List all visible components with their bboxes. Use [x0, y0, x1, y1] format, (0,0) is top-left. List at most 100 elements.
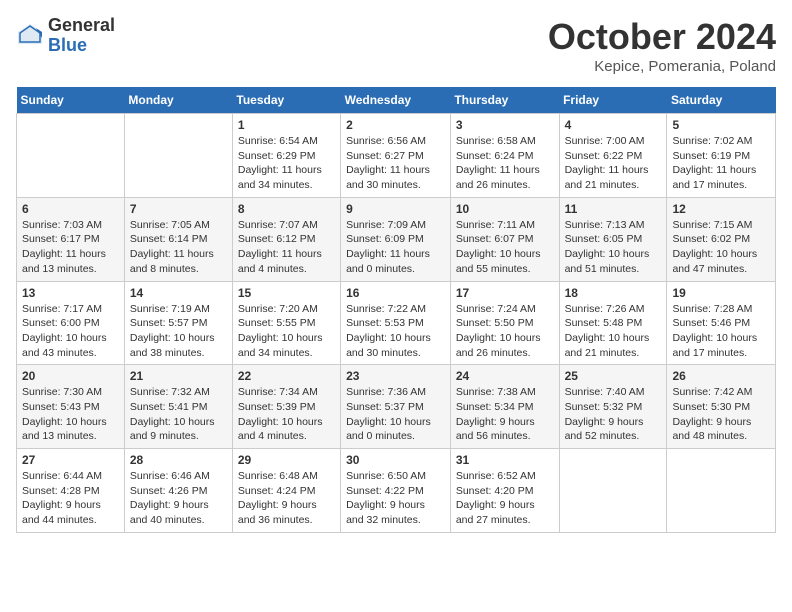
sunset-text: Sunset: 6:12 PM	[238, 233, 316, 245]
daylight-text: Daylight: 9 hours and 27 minutes.	[456, 499, 535, 526]
daylight-text: Daylight: 10 hours and 30 minutes.	[346, 332, 431, 359]
day-cell: 4Sunrise: 7:00 AMSunset: 6:22 PMDaylight…	[559, 114, 667, 198]
daylight-text: Daylight: 10 hours and 38 minutes.	[130, 332, 215, 359]
day-info: Sunrise: 7:40 AMSunset: 5:32 PMDaylight:…	[565, 385, 662, 444]
day-info: Sunrise: 6:46 AMSunset: 4:26 PMDaylight:…	[130, 469, 227, 528]
sunrise-text: Sunrise: 7:15 AM	[672, 219, 752, 231]
daylight-text: Daylight: 11 hours and 21 minutes.	[565, 164, 649, 191]
sunrise-text: Sunrise: 6:54 AM	[238, 135, 318, 147]
sunrise-text: Sunrise: 7:11 AM	[456, 219, 535, 231]
day-number: 19	[672, 286, 770, 300]
day-cell	[559, 449, 667, 533]
day-number: 24	[456, 369, 554, 383]
day-info: Sunrise: 7:32 AMSunset: 5:41 PMDaylight:…	[130, 385, 227, 444]
sunrise-text: Sunrise: 7:20 AM	[238, 303, 318, 315]
sunrise-text: Sunrise: 7:05 AM	[130, 219, 210, 231]
day-info: Sunrise: 6:58 AMSunset: 6:24 PMDaylight:…	[456, 134, 554, 193]
day-number: 25	[565, 369, 662, 383]
sunrise-text: Sunrise: 7:00 AM	[565, 135, 645, 147]
day-cell: 15Sunrise: 7:20 AMSunset: 5:55 PMDayligh…	[232, 281, 340, 365]
sunrise-text: Sunrise: 7:42 AM	[672, 386, 752, 398]
calendar-table: SundayMondayTuesdayWednesdayThursdayFrid…	[16, 87, 776, 533]
page-header: General Blue October 2024 Kepice, Pomera…	[16, 16, 776, 75]
day-info: Sunrise: 6:52 AMSunset: 4:20 PMDaylight:…	[456, 469, 554, 528]
sunset-text: Sunset: 5:53 PM	[346, 317, 424, 329]
day-cell: 18 Sunrise: 7:26 AMSunset: 5:48 PMDayligh…	[559, 281, 667, 365]
sunset-text: Sunset: 5:50 PM	[456, 317, 534, 329]
logo: General Blue	[16, 16, 115, 56]
day-info: Sunrise: 7:24 AMSunset: 5:50 PMDaylight:…	[456, 302, 554, 361]
daylight-text: Daylight: 10 hours and 47 minutes.	[672, 248, 757, 275]
day-cell: 20Sunrise: 7:30 AMSunset: 5:43 PMDayligh…	[17, 365, 125, 449]
day-info: Sunrise: 7:26 AMSunset: 5:48 PMDaylight:…	[565, 302, 662, 361]
sunrise-text: Sunrise: 7:17 AM	[22, 303, 102, 315]
day-info: Sunrise: 7:20 AMSunset: 5:55 PMDaylight:…	[238, 302, 335, 361]
daylight-text: Daylight: 9 hours and 52 minutes.	[565, 416, 644, 443]
daylight-text: Daylight: 9 hours and 40 minutes.	[130, 499, 209, 526]
sunset-text: Sunset: 6:00 PM	[22, 317, 100, 329]
sunrise-text: Sunrise: 6:50 AM	[346, 470, 426, 482]
day-number: 6	[22, 202, 119, 216]
sunrise-text: Sunrise: 7:26 AM	[565, 303, 645, 315]
sunset-text: Sunset: 4:22 PM	[346, 485, 424, 497]
day-cell: 7Sunrise: 7:05 AMSunset: 6:14 PMDaylight…	[124, 197, 232, 281]
daylight-text: Daylight: 11 hours and 0 minutes.	[346, 248, 430, 275]
week-row-1: 1Sunrise: 6:54 AMSunset: 6:29 PMDaylight…	[17, 114, 776, 198]
day-number: 11	[565, 202, 662, 216]
day-cell: 3Sunrise: 6:58 AMSunset: 6:24 PMDaylight…	[450, 114, 559, 198]
day-info: Sunrise: 7:19 AMSunset: 5:57 PMDaylight:…	[130, 302, 227, 361]
sunset-text: Sunset: 6:09 PM	[346, 233, 424, 245]
day-cell: 17Sunrise: 7:24 AMSunset: 5:50 PMDayligh…	[450, 281, 559, 365]
sunrise-text: Sunrise: 7:38 AM	[456, 386, 536, 398]
day-number: 18	[565, 286, 662, 300]
sunset-text: Sunset: 6:14 PM	[130, 233, 208, 245]
sunrise-text: Sunrise: 7:40 AM	[565, 386, 645, 398]
sunrise-text: Sunrise: 6:52 AM	[456, 470, 536, 482]
day-info: Sunrise: 7:09 AMSunset: 6:09 PMDaylight:…	[346, 218, 445, 277]
day-info: Sunrise: 7:36 AMSunset: 5:37 PMDaylight:…	[346, 385, 445, 444]
day-number: 28	[130, 453, 227, 467]
weekday-header-thursday: Thursday	[450, 87, 559, 114]
day-cell: 1Sunrise: 6:54 AMSunset: 6:29 PMDaylight…	[232, 114, 340, 198]
logo-general-text: General	[48, 16, 115, 36]
sunset-text: Sunset: 5:43 PM	[22, 401, 100, 413]
week-row-5: 27 Sunrise: 6:44 AMSunset: 4:28 PMDayligh…	[17, 449, 776, 533]
daylight-text: Daylight: 11 hours and 30 minutes.	[346, 164, 430, 191]
location: Kepice, Pomerania, Poland	[548, 58, 776, 75]
sunset-text: Sunset: 6:22 PM	[565, 150, 643, 162]
daylight-text: Daylight: 11 hours and 17 minutes.	[672, 164, 756, 191]
day-info: Sunrise: 7:38 AMSunset: 5:34 PMDaylight:…	[456, 385, 554, 444]
day-cell: 6 Sunrise: 7:03 AMSunset: 6:17 PMDaylight…	[17, 197, 125, 281]
day-info: Sunrise: 6:44 AMSunset: 4:28 PMDaylight:…	[22, 469, 119, 528]
week-row-2: 6 Sunrise: 7:03 AMSunset: 6:17 PMDaylight…	[17, 197, 776, 281]
day-cell: 31Sunrise: 6:52 AMSunset: 4:20 PMDayligh…	[450, 449, 559, 533]
sunset-text: Sunset: 6:05 PM	[565, 233, 643, 245]
daylight-text: Daylight: 11 hours and 4 minutes.	[238, 248, 322, 275]
day-number: 16	[346, 286, 445, 300]
weekday-header-monday: Monday	[124, 87, 232, 114]
daylight-text: Daylight: 10 hours and 0 minutes.	[346, 416, 431, 443]
day-info: Sunrise: 7:05 AMSunset: 6:14 PMDaylight:…	[130, 218, 227, 277]
daylight-text: Daylight: 11 hours and 26 minutes.	[456, 164, 540, 191]
sunset-text: Sunset: 5:55 PM	[238, 317, 316, 329]
sunrise-text: Sunrise: 6:58 AM	[456, 135, 536, 147]
day-number: 12	[672, 202, 770, 216]
sunset-text: Sunset: 6:17 PM	[22, 233, 100, 245]
day-info: Sunrise: 7:15 AMSunset: 6:02 PMDaylight:…	[672, 218, 770, 277]
day-info: Sunrise: 7:03 AMSunset: 6:17 PMDaylight:…	[22, 218, 119, 277]
week-row-3: 13 Sunrise: 7:17 AM Sunset: 6:00 PM Dayligh…	[17, 281, 776, 365]
day-info: Sunrise: 7:28 AMSunset: 5:46 PMDaylight:…	[672, 302, 770, 361]
logo-text: General Blue	[48, 16, 115, 56]
day-number: 27	[22, 453, 119, 467]
day-cell: 5Sunrise: 7:02 AMSunset: 6:19 PMDaylight…	[667, 114, 776, 198]
daylight-text: Daylight: 10 hours and 55 minutes.	[456, 248, 541, 275]
day-number: 15	[238, 286, 335, 300]
daylight-text: Daylight: 10 hours and 43 minutes.	[22, 332, 107, 359]
day-number: 2	[346, 118, 445, 132]
sunset-text: Sunset: 6:27 PM	[346, 150, 424, 162]
day-info: Sunrise: 7:22 AMSunset: 5:53 PMDaylight:…	[346, 302, 445, 361]
sunrise-text: Sunrise: 6:56 AM	[346, 135, 426, 147]
day-number: 13	[22, 286, 119, 300]
day-cell: 23Sunrise: 7:36 AMSunset: 5:37 PMDayligh…	[341, 365, 451, 449]
sunrise-text: Sunrise: 7:13 AM	[565, 219, 645, 231]
